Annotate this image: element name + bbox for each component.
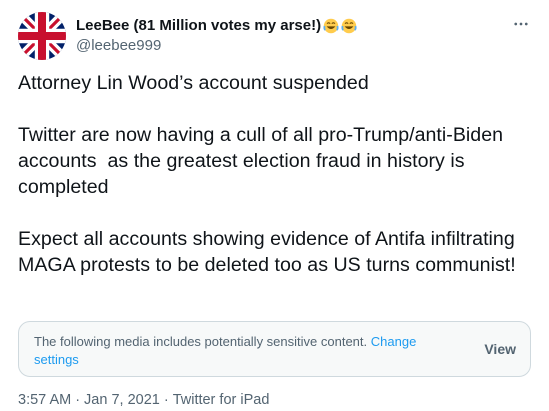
sensitive-content-message: The following media includes potentially… [34,334,368,349]
separator: · [75,392,81,408]
sensitive-content-notice: The following media includes potentially… [18,321,531,377]
author-display-name[interactable]: LeeBee (81 Million votes my arse!) [76,16,321,36]
tweet-date[interactable]: Jan 7, 2021 [84,392,160,408]
union-jack-flag-icon [18,12,66,60]
more-options-button[interactable] [511,14,531,34]
avatar[interactable] [18,12,66,60]
sensitive-content-message-block: The following media includes potentially… [34,333,464,369]
tweet-text: Attorney Lin Wood’s account suspended Tw… [18,72,516,276]
tweet-source[interactable]: Twitter for iPad [173,392,270,408]
laughing-tears-emoji-icon [341,18,357,34]
tweet-time[interactable]: 3:57 AM [18,392,71,408]
more-horizontal-icon [514,22,528,26]
tweet-card: LeeBee (81 Million votes my arse!) @leeb… [0,0,549,411]
author-handle[interactable]: @leebee999 [76,36,161,56]
author-name-row[interactable]: LeeBee (81 Million votes my arse!) [76,16,357,36]
laughing-tears-emoji-icon [323,18,339,34]
separator: · [163,392,169,408]
view-media-button[interactable]: View [484,340,516,358]
tweet-metadata: 3:57 AM · Jan 7, 2021 · Twitter for iPad [18,390,269,410]
